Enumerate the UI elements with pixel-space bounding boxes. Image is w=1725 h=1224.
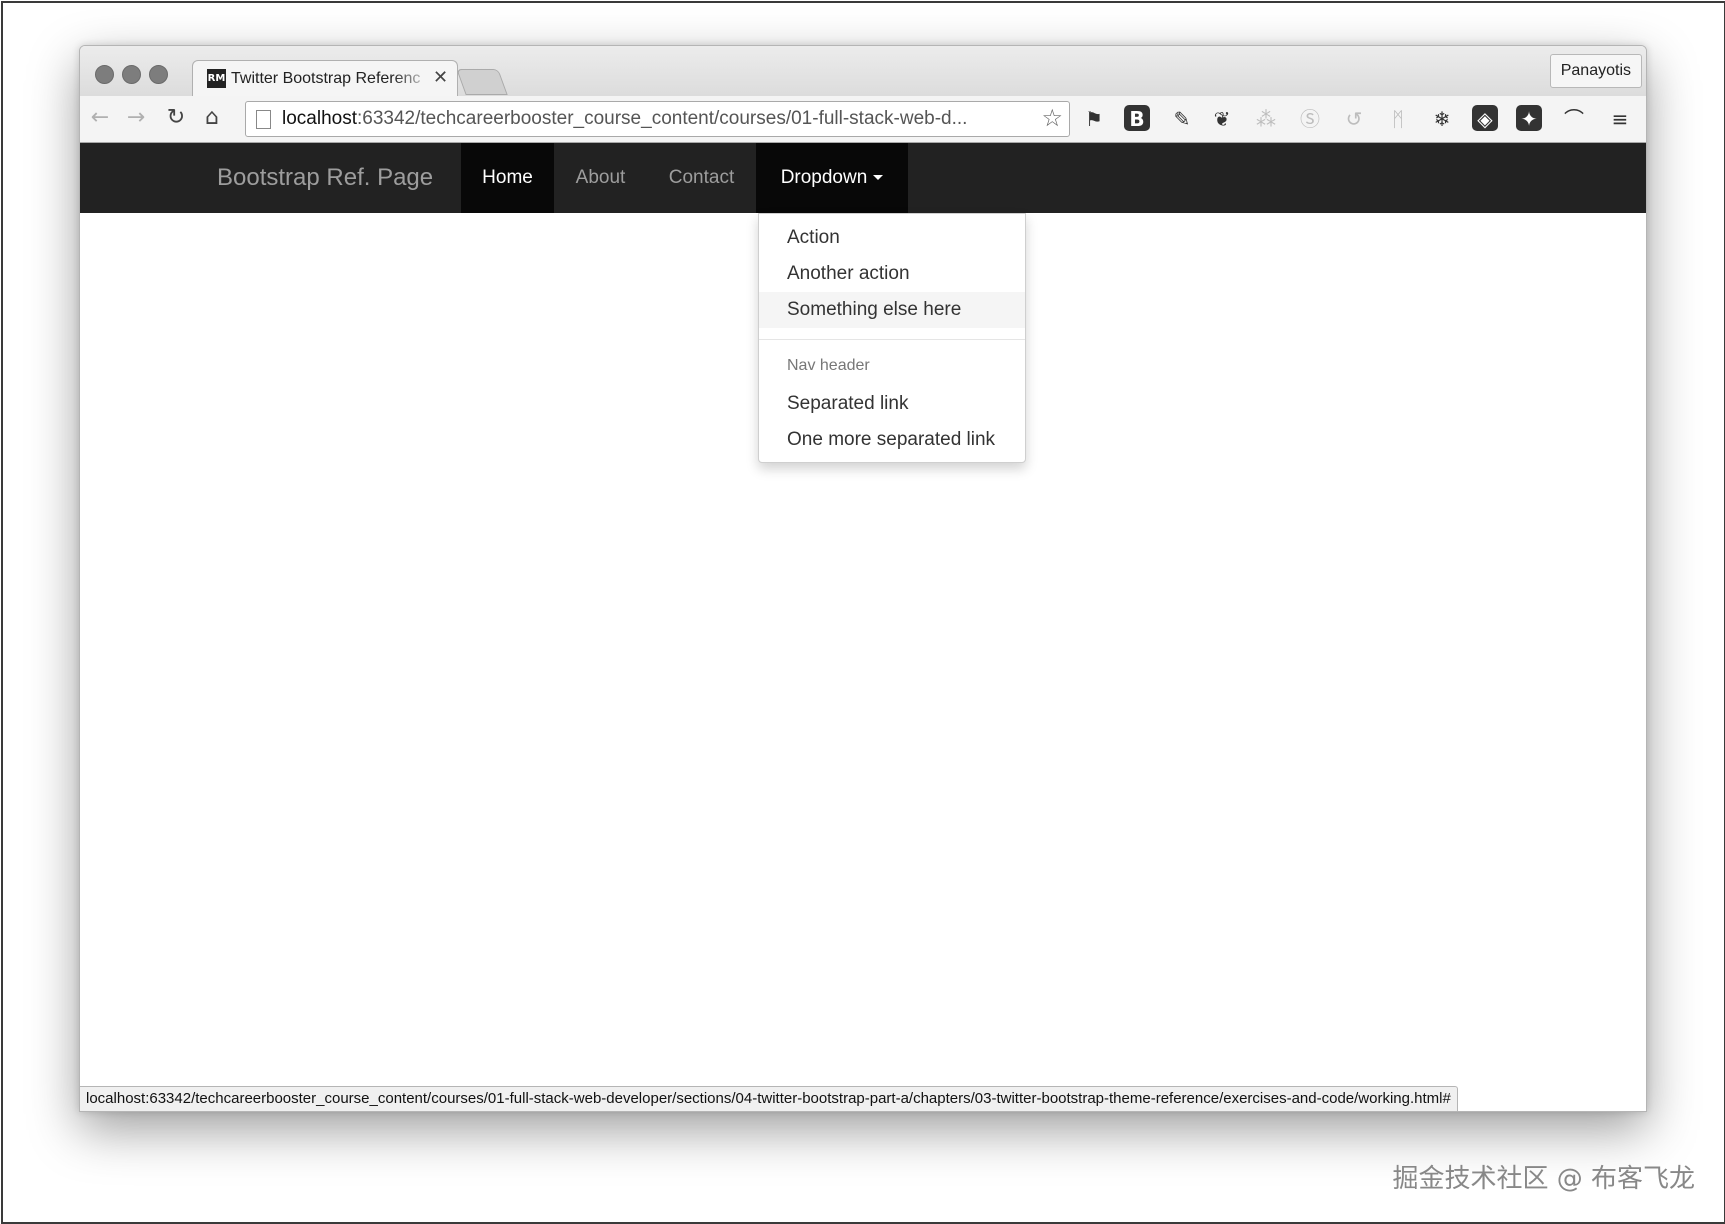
- profile-button[interactable]: Panayotis: [1549, 54, 1642, 88]
- shield-extension-icon[interactable]: ◈: [1472, 105, 1498, 131]
- navbar-brand[interactable]: Bootstrap Ref. Page: [217, 164, 433, 192]
- home-icon[interactable]: ⌂: [198, 104, 226, 132]
- rocket-extension-icon[interactable]: ✦: [1516, 105, 1542, 131]
- dropdown-divider: [759, 339, 1025, 340]
- dropdown-header: Nav header: [787, 357, 870, 374]
- page-icon: [256, 110, 271, 129]
- bookmark-flag-icon[interactable]: ⚑: [1080, 105, 1108, 133]
- evernote-icon[interactable]: ❦: [1208, 105, 1236, 133]
- browser-window: RM Twitter Bootstrap Referenc ✕ Panayoti…: [79, 45, 1647, 1112]
- sitemap-icon[interactable]: ⁂: [1252, 105, 1280, 133]
- caret-down-icon: [873, 175, 884, 181]
- reload-icon[interactable]: ↻: [162, 104, 190, 132]
- dropdown-item-another-action[interactable]: Another action: [759, 256, 1025, 292]
- mendeley-icon[interactable]: ᛗ: [1384, 105, 1412, 133]
- close-window-button[interactable]: [95, 65, 114, 84]
- snowflake-icon[interactable]: ❄: [1428, 105, 1456, 133]
- url-text: localhost:63342/techcareerbooster_course…: [282, 108, 968, 129]
- dropdown-item-something-else[interactable]: Something else here: [759, 292, 1025, 328]
- bootstrap-navbar: Bootstrap Ref. Page Home About Contact D…: [80, 143, 1646, 213]
- dropdown-item-one-more-separated-link[interactable]: One more separated link: [759, 422, 1025, 458]
- forward-arrow-icon[interactable]: →: [122, 104, 150, 132]
- extension-b-icon[interactable]: B: [1124, 105, 1150, 131]
- mustache-icon[interactable]: ⌒: [1560, 105, 1588, 133]
- nav-dropdown-label: Dropdown: [780, 167, 868, 188]
- skype-icon[interactable]: Ⓢ: [1296, 105, 1324, 133]
- dropdown-item-separated-link[interactable]: Separated link: [759, 386, 1025, 422]
- new-tab-button[interactable]: [456, 69, 508, 95]
- status-bar-url: localhost:63342/techcareerbooster_course…: [80, 1086, 1458, 1111]
- back-arrow-icon[interactable]: ←: [86, 104, 114, 132]
- nav-item-home[interactable]: Home: [461, 143, 554, 213]
- dropdown-item-action[interactable]: Action: [759, 220, 1025, 256]
- eyedropper-icon[interactable]: ✎: [1168, 105, 1196, 133]
- nav-item-contact[interactable]: Contact: [647, 143, 756, 213]
- tab-close-icon[interactable]: ✕: [433, 67, 448, 88]
- hamburger-menu-icon[interactable]: ≡: [1606, 105, 1634, 133]
- refresh-extension-icon[interactable]: ↺: [1340, 105, 1368, 133]
- address-bar[interactable]: localhost:63342/techcareerbooster_course…: [245, 101, 1070, 137]
- dropdown-menu: Action Another action Something else her…: [758, 213, 1026, 463]
- browser-toolbar: ← → ↻ ⌂ localhost:63342/techcareerbooste…: [80, 96, 1646, 143]
- browser-tab[interactable]: RM Twitter Bootstrap Referenc ✕: [192, 60, 458, 97]
- zoom-window-button[interactable]: [149, 65, 168, 84]
- tab-favicon-icon: RM: [207, 69, 226, 88]
- star-icon[interactable]: ☆: [1041, 104, 1063, 132]
- tab-strip: RM Twitter Bootstrap Referenc ✕ Panayoti…: [80, 46, 1646, 97]
- nav-item-dropdown[interactable]: Dropdown: [756, 143, 908, 213]
- watermark: 掘金技术社区 @ 布客飞龙: [1392, 1164, 1695, 1194]
- minimize-window-button[interactable]: [122, 65, 141, 84]
- nav-item-about[interactable]: About: [554, 143, 647, 213]
